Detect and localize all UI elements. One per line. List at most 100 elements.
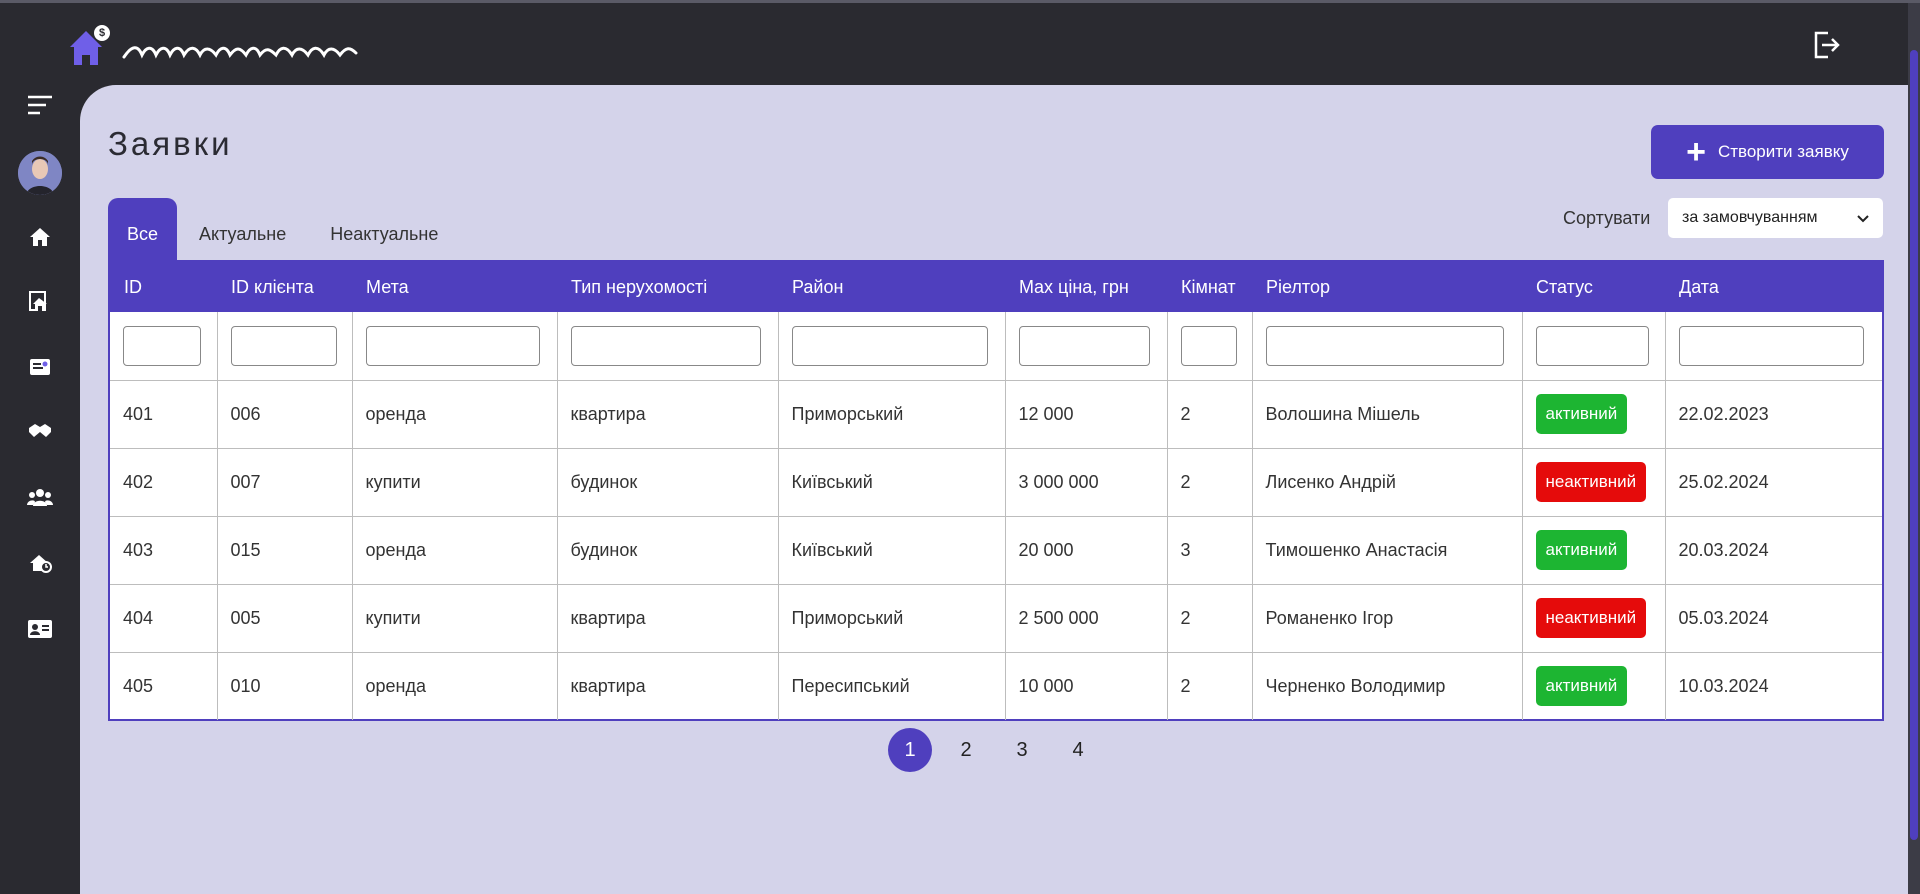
filter-realtor-input[interactable] bbox=[1265, 325, 1504, 366]
status-badge: активний bbox=[1535, 530, 1628, 570]
filter-client-id-input[interactable] bbox=[230, 325, 337, 366]
filter-cell bbox=[557, 312, 779, 380]
tab-actual[interactable]: Актуальне bbox=[177, 198, 308, 260]
cell-status: активний bbox=[1522, 516, 1666, 584]
cell-goal: купити bbox=[352, 448, 558, 516]
column-header[interactable]: Мета bbox=[352, 262, 557, 312]
cell-realtor: Романенко Ігор bbox=[1252, 584, 1523, 652]
menu-icon[interactable] bbox=[20, 85, 60, 125]
cell-max-price: 12 000 bbox=[1005, 380, 1168, 448]
card-icon[interactable] bbox=[20, 347, 60, 387]
handshake-icon[interactable] bbox=[20, 411, 60, 451]
cell-realtor: Черненко Володимир bbox=[1252, 652, 1523, 720]
filter-date-input[interactable] bbox=[1678, 325, 1864, 366]
filter-id-input[interactable] bbox=[123, 325, 201, 366]
cell-goal: купити bbox=[352, 584, 558, 652]
page-button-3[interactable]: 3 bbox=[1000, 728, 1044, 772]
cell-district: Приморський bbox=[778, 380, 1006, 448]
scrollbar-thumb[interactable] bbox=[1910, 50, 1918, 840]
tabs: Все Актуальне Неактуальне bbox=[108, 198, 460, 260]
cell-rooms: 2 bbox=[1167, 380, 1253, 448]
filter-status-input[interactable] bbox=[1535, 325, 1649, 366]
cell-date: 25.02.2024 bbox=[1678, 471, 1769, 492]
signature-logo bbox=[122, 46, 358, 59]
sort-select[interactable]: за замовчуванням bbox=[1668, 198, 1883, 238]
column-header[interactable]: ID bbox=[110, 262, 217, 312]
table-row[interactable]: 403 015 оренда будинок Київський 20 000 … bbox=[110, 516, 1882, 584]
status-badge: активний bbox=[1535, 394, 1628, 434]
filter-cell bbox=[1665, 312, 1882, 380]
cell-client-id: 015 bbox=[217, 516, 353, 584]
property-icon[interactable] bbox=[20, 281, 60, 321]
cell-max-price: 2 500 000 bbox=[1005, 584, 1168, 652]
page-button-4[interactable]: 4 bbox=[1056, 728, 1100, 772]
tab-all[interactable]: Все bbox=[108, 198, 178, 260]
cell-rooms: 3 bbox=[1167, 516, 1253, 584]
cell-goal: оренда bbox=[352, 380, 558, 448]
main-content: Заявки + Створити заявку Все Актуальне Н… bbox=[80, 85, 1908, 894]
cell-district: Пересипський bbox=[778, 652, 1006, 720]
status-badge: активний bbox=[1535, 666, 1628, 707]
cell-realtor: Тимошенко Анастасія bbox=[1252, 516, 1523, 584]
table-row[interactable]: 401 006 оренда квартира Приморський 12 0… bbox=[110, 380, 1882, 448]
cell-district: Приморський bbox=[778, 584, 1006, 652]
filter-property-type-input[interactable] bbox=[570, 325, 761, 366]
contact-card-icon[interactable] bbox=[20, 609, 60, 649]
cell-date: 05.03.2024 bbox=[1678, 607, 1769, 628]
cell-client-id: 006 bbox=[217, 380, 353, 448]
cell-rooms: 2 bbox=[1167, 584, 1253, 652]
cell-status: неактивний bbox=[1522, 584, 1666, 652]
table-header-row: ID ID клієнта Мета Тип нерухомості Район… bbox=[110, 262, 1882, 312]
cell-id: 404 bbox=[110, 584, 218, 652]
cell-property-type: квартира bbox=[557, 652, 779, 720]
logout-icon[interactable] bbox=[1810, 29, 1842, 61]
cell-district: Київський bbox=[778, 448, 1006, 516]
cell-date: 22.02.2023 bbox=[1678, 403, 1769, 424]
column-header[interactable]: ID клієнта bbox=[217, 262, 352, 312]
filter-rooms-input[interactable] bbox=[1180, 325, 1237, 366]
cell-client-id: 005 bbox=[217, 584, 353, 652]
create-request-button[interactable]: + Створити заявку bbox=[1651, 125, 1884, 179]
table-row[interactable]: 404 005 купити квартира Приморський 2 50… bbox=[110, 584, 1882, 652]
cell-goal: оренда bbox=[352, 652, 558, 720]
column-header[interactable]: Статус bbox=[1522, 262, 1665, 312]
cell-rooms: 2 bbox=[1167, 448, 1253, 516]
filter-cell bbox=[778, 312, 1006, 380]
column-header[interactable]: Max ціна, грн bbox=[1005, 262, 1167, 312]
cell-max-price: 10 000 bbox=[1005, 652, 1168, 720]
table-row[interactable]: 402 007 купити будинок Київський 3 000 0… bbox=[110, 448, 1882, 516]
filter-cell bbox=[110, 312, 218, 380]
top-header: $ bbox=[0, 3, 1908, 85]
filter-cell bbox=[1252, 312, 1523, 380]
filter-cell bbox=[1005, 312, 1168, 380]
realtor-icon[interactable] bbox=[20, 543, 60, 583]
tab-not-actual[interactable]: Неактуальне bbox=[308, 198, 460, 260]
column-header[interactable]: Район bbox=[778, 262, 1005, 312]
cell-id: 405 bbox=[110, 652, 218, 720]
cell-goal: оренда bbox=[352, 516, 558, 584]
home-icon[interactable] bbox=[20, 217, 60, 257]
status-badge: неактивний bbox=[1535, 462, 1647, 502]
cell-max-price: 20 000 bbox=[1005, 516, 1168, 584]
filter-district-input[interactable] bbox=[791, 325, 988, 366]
users-icon[interactable] bbox=[20, 477, 60, 517]
cell-client-id: 010 bbox=[217, 652, 353, 720]
cell-date: 20.03.2024 bbox=[1678, 539, 1769, 560]
avatar[interactable] bbox=[18, 151, 62, 195]
table-row[interactable]: 405 010 оренда квартира Пересипський 10 … bbox=[110, 652, 1882, 720]
column-header[interactable]: Дата bbox=[1665, 262, 1882, 312]
logo-badge: $ bbox=[94, 25, 110, 41]
cell-status: неактивний bbox=[1522, 448, 1666, 516]
requests-table: ID ID клієнта Мета Тип нерухомості Район… bbox=[108, 260, 1884, 721]
column-header[interactable]: Ріелтор bbox=[1252, 262, 1522, 312]
cell-date: 10.03.2024 bbox=[1678, 675, 1769, 696]
filter-max-price-input[interactable] bbox=[1018, 325, 1150, 366]
cell-realtor: Волошина Мішель bbox=[1252, 380, 1523, 448]
column-header[interactable]: Тип нерухомості bbox=[557, 262, 778, 312]
filter-goal-input[interactable] bbox=[365, 325, 540, 366]
page-button-1[interactable]: 1 bbox=[888, 728, 932, 772]
page-button-2[interactable]: 2 bbox=[944, 728, 988, 772]
column-header[interactable]: Кімнат bbox=[1167, 262, 1252, 312]
filter-cell bbox=[217, 312, 353, 380]
plus-icon: + bbox=[1686, 133, 1706, 171]
